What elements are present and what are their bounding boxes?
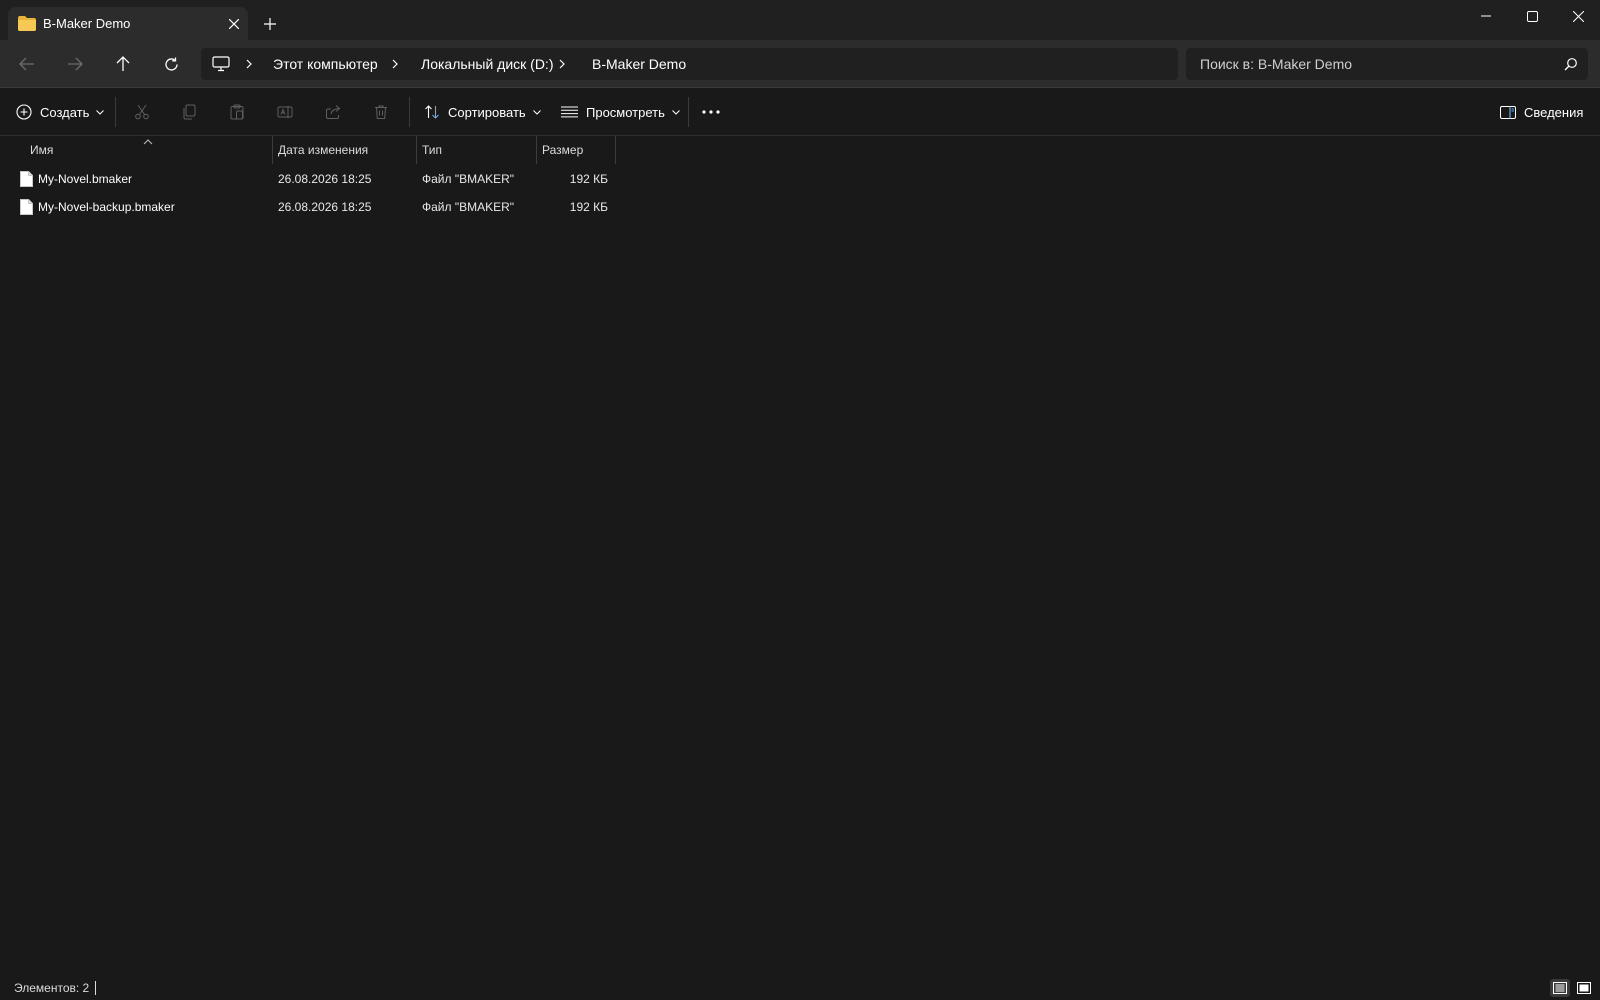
breadcrumb-this-pc[interactable]: Этот компьютер <box>273 56 378 72</box>
details-view-icon <box>1553 982 1567 994</box>
file-icon <box>20 199 33 215</box>
back-button[interactable] <box>12 50 42 78</box>
file-name[interactable]: My-Novel-backup.bmaker <box>38 200 175 214</box>
rename-button[interactable] <box>274 101 296 123</box>
more-options-button[interactable] <box>702 96 724 128</box>
sort-button[interactable]: Сортировать <box>424 96 541 128</box>
folder-icon <box>18 16 36 31</box>
tab-title: B-Maker Demo <box>43 16 131 31</box>
cut-icon <box>135 104 149 120</box>
share-icon <box>326 105 341 119</box>
up-button[interactable] <box>108 50 138 78</box>
sort-label: Сортировать <box>448 104 526 120</box>
chevron-right-icon[interactable] <box>243 57 255 71</box>
forward-button[interactable] <box>60 50 90 78</box>
more-icon <box>702 110 720 114</box>
status-divider <box>95 981 96 995</box>
delete-icon <box>375 105 387 119</box>
large-icons-view-button[interactable] <box>1574 979 1594 997</box>
chevron-down-icon <box>532 109 541 115</box>
search-input[interactable]: Поиск в: B-Maker Demo <box>1200 56 1352 72</box>
details-view-button[interactable] <box>1550 979 1570 997</box>
close-icon[interactable] <box>223 13 245 35</box>
create-label: Создать <box>40 104 90 120</box>
copy-button[interactable] <box>178 101 200 123</box>
toolbar-divider <box>688 97 689 127</box>
sort-icon <box>425 105 439 119</box>
minimize-icon <box>1481 15 1491 17</box>
search-icon[interactable] <box>1564 57 1578 71</box>
file-type: Файл "BMAKER" <box>422 172 515 186</box>
file-size: 192 КБ <box>569 200 608 214</box>
view-button[interactable]: Просмотреть <box>561 96 680 128</box>
chevron-right-icon[interactable] <box>556 57 568 71</box>
tiles-view-icon <box>1577 982 1591 994</box>
toolbar-divider <box>115 97 116 127</box>
up-arrow-icon <box>116 56 130 71</box>
command-bar: Создать Сортировать Просмотреть Сведения <box>0 89 1600 136</box>
file-row[interactable]: My-Novel-backup.bmaker 26.08.2026 18:25 … <box>10 193 616 221</box>
chevron-down-icon <box>96 109 105 115</box>
column-divider[interactable] <box>536 136 537 164</box>
column-divider[interactable] <box>272 136 273 164</box>
column-divider[interactable] <box>615 136 616 164</box>
back-arrow-icon <box>19 57 34 71</box>
file-size: 192 КБ <box>569 172 608 186</box>
column-header: Имя Дата изменения Тип Размер <box>0 136 1600 164</box>
search-box[interactable]: Поиск в: B-Maker Demo <box>1186 48 1588 80</box>
rename-icon <box>277 106 293 118</box>
title-bar: B-Maker Demo <box>0 0 1600 40</box>
share-button[interactable] <box>322 101 344 123</box>
chevron-down-icon <box>672 109 680 115</box>
column-divider[interactable] <box>416 136 417 164</box>
chevron-right-icon[interactable] <box>389 57 401 71</box>
forward-arrow-icon <box>68 57 83 71</box>
file-icon <box>20 171 33 187</box>
column-type[interactable]: Тип <box>422 136 532 164</box>
item-count: Элементов: 2 <box>14 981 90 995</box>
navigation-bar: Этот компьютер Локальный диск (D:) B-Mak… <box>0 40 1600 88</box>
address-bar[interactable]: Этот компьютер Локальный диск (D:) B-Mak… <box>201 48 1178 80</box>
status-bar: Элементов: 2 <box>0 976 1600 1000</box>
file-name[interactable]: My-Novel.bmaker <box>38 172 132 186</box>
plus-icon <box>264 18 276 30</box>
delete-button[interactable] <box>370 101 392 123</box>
cut-button[interactable] <box>131 101 153 123</box>
add-circle-icon <box>16 104 32 120</box>
details-pane-button[interactable]: Сведения <box>1500 96 1583 128</box>
toolbar-divider <box>409 97 410 127</box>
view-label: Просмотреть <box>586 104 665 120</box>
tab-b-maker-demo[interactable]: B-Maker Demo <box>8 7 248 40</box>
file-type: Файл "BMAKER" <box>422 200 515 214</box>
file-date: 26.08.2026 18:25 <box>278 172 372 186</box>
view-icon <box>561 106 578 118</box>
details-label: Сведения <box>1524 104 1584 120</box>
file-date: 26.08.2026 18:25 <box>278 200 372 214</box>
details-pane-icon <box>1500 105 1516 119</box>
breadcrumb-b-maker-demo[interactable]: B-Maker Demo <box>592 56 686 72</box>
paste-icon <box>230 104 244 120</box>
refresh-button[interactable] <box>156 50 186 78</box>
maximize-button[interactable] <box>1509 0 1555 32</box>
maximize-icon <box>1526 10 1538 22</box>
paste-button[interactable] <box>226 101 248 123</box>
copy-icon <box>183 104 196 120</box>
window-close-button[interactable] <box>1555 0 1600 32</box>
column-date-modified[interactable]: Дата изменения <box>278 136 418 164</box>
column-size[interactable]: Размер <box>542 136 612 164</box>
column-name[interactable]: Имя <box>30 136 270 164</box>
close-icon <box>1572 10 1584 22</box>
minimize-button[interactable] <box>1463 0 1509 32</box>
breadcrumb-local-disk[interactable]: Локальный диск (D:) <box>421 56 554 72</box>
refresh-icon <box>164 57 178 71</box>
new-tab-button[interactable] <box>258 12 282 36</box>
file-row[interactable]: My-Novel.bmaker 26.08.2026 18:25 Файл "B… <box>10 165 616 193</box>
computer-icon[interactable] <box>212 56 230 72</box>
create-button[interactable]: Создать <box>16 96 105 128</box>
